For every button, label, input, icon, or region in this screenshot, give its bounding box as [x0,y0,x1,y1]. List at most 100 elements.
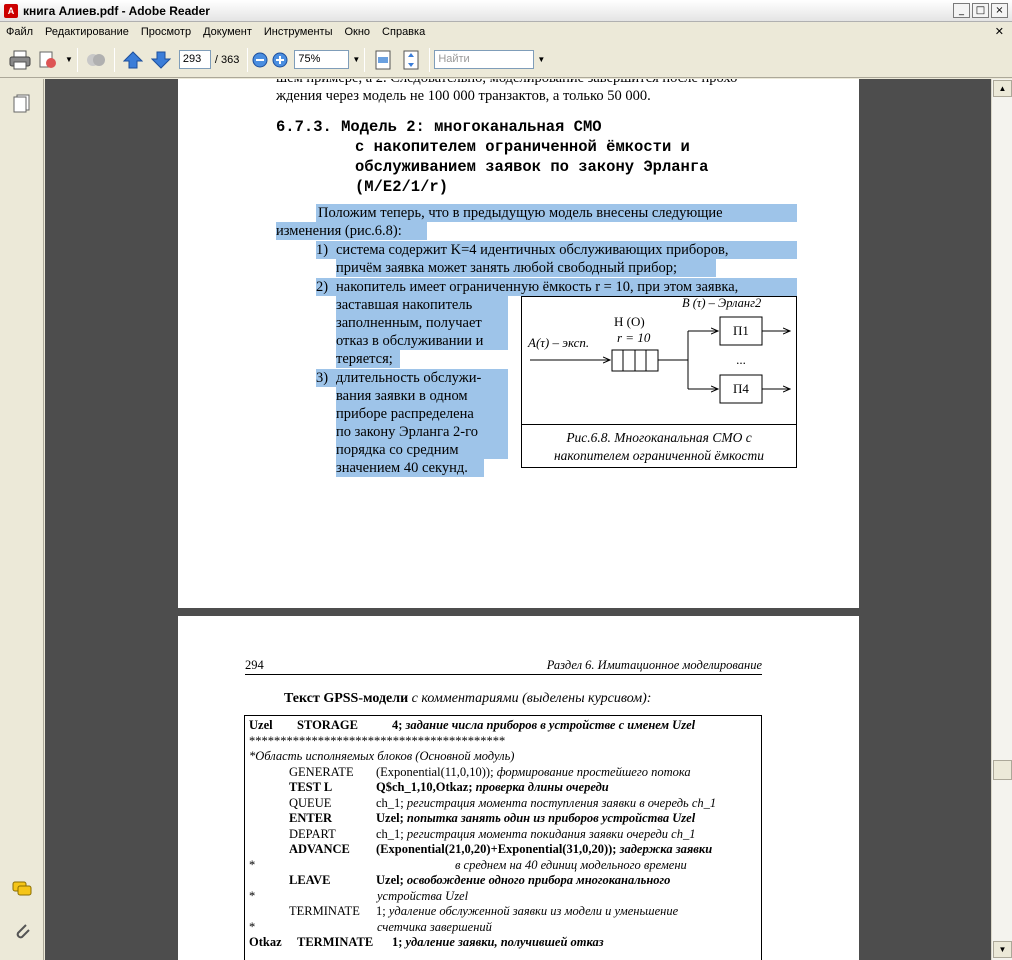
fit-width-button[interactable] [369,46,397,74]
next-page-button[interactable] [147,46,175,74]
toolbar-separator [113,47,115,72]
attachments-icon[interactable] [12,921,32,941]
share-button[interactable] [34,46,62,74]
toolbar-separator [364,47,366,72]
section-heading: обслуживанием заявок по закону Эрланга [355,158,709,176]
code-line: * устройства Uzel [245,889,761,905]
code-line: TEST L Q$ch_1,10,Otkaz; проверка длины оч… [245,780,761,796]
code-operand: (Exponential(11,0,10)); формирование про… [376,764,691,779]
search-input[interactable]: Найти [434,50,535,69]
scroll-up-arrow[interactable]: ▲ [993,80,1012,97]
section-heading: (M/E2/1/r) [355,178,449,196]
menu-file[interactable]: Файл [0,26,39,38]
code-label: *Область исполняемых блоков (Основной мо… [249,749,515,763]
text-line: заставшая накопитель [336,296,508,314]
code-intro-rest: с комментариями (выделены курсивом): [408,691,652,706]
zoom-in-button[interactable] [272,46,288,74]
code-operand: Uzel; освобождение одного прибора многок… [376,873,671,887]
code-label: * [249,919,256,934]
maximize-button[interactable]: □ [972,3,989,18]
menu-window[interactable]: Окно [338,26,376,38]
code-block: GENERATE [289,764,354,779]
collaborate-button[interactable] [82,46,110,74]
menu-document[interactable]: Документ [197,26,258,38]
code-label: * [249,857,256,872]
minimize-button[interactable]: _ [953,3,970,18]
code-line: LEAVE Uzel; освобождение одного прибора м… [245,873,761,889]
close-button[interactable]: × [991,3,1008,18]
code-block: TERMINATE [289,904,360,918]
code-line: ENTER Uzel; попытка занять один из прибор… [245,811,761,827]
text-line: приборе распределена [336,405,508,423]
code-line: QUEUE ch_1; регистрация момента поступлен… [245,796,761,812]
toolbar-separator [76,47,78,72]
code-operand: (Exponential(21,0,20)+Exponential(31,0,2… [376,842,713,856]
code-comment: регистрация момента поступления заявки в… [403,795,717,810]
code-block: LEAVE [289,873,331,887]
menu-help[interactable]: Справка [376,26,431,38]
menu-tools[interactable]: Инструменты [258,26,339,38]
code-line: DEPART ch_1; регистрация момента покидани… [245,827,761,843]
code-block: ENTER [289,811,333,825]
capacity-label: r = 10 [617,330,651,345]
code-comment: счетчика завершений [377,919,492,934]
text-line: отказ в обслуживании и [336,332,508,350]
code-comment: регистрация момента покидания заявки оче… [403,826,696,841]
scroll-down-arrow[interactable]: ▼ [993,941,1012,958]
arrow-down-icon [150,51,171,69]
code-comment: проверка длины очереди [472,780,609,794]
zoom-level-select[interactable]: 75% [294,50,350,69]
code-block: TERMINATE [297,935,374,949]
code-comment: задание числа приборов в устройстве с им… [402,718,696,732]
document-view[interactable]: шем примере, а 2. Следовательно, моделир… [45,79,991,960]
pages-icon[interactable] [12,93,32,113]
text-line: причём заявка может занять любой свободн… [336,259,716,277]
code-comment: устройства Uzel [377,888,469,903]
code-line: TERMINATE 1; удаление обслуженной заявки … [245,904,761,920]
text-line: теряется; [336,350,400,368]
zoom-value: 75% [298,53,321,65]
code-label: Otkaz [249,935,282,949]
code-comment: в среднем на 40 единиц модельного времен… [455,857,687,872]
menu-view[interactable]: Просмотр [135,26,197,38]
document-close-icon[interactable]: ✕ [995,25,1004,38]
previous-page-button[interactable] [119,46,147,74]
zoom-dropdown-icon[interactable]: ▼ [352,55,360,64]
share-dropdown-icon[interactable]: ▼ [65,55,73,64]
caption-divider [522,424,796,425]
code-comment: удаление заявки, получившей отказ [402,935,604,949]
code-intro: Текст GPSS-модели с комментариями (выдел… [284,691,651,707]
zoom-in-icon [272,52,288,67]
text-line: вания заявки в одном [336,387,508,405]
text-line: заполненным, получает [336,314,508,332]
adobe-reader-icon: A [4,3,18,18]
text-line: длительность обслужи- [336,369,508,387]
fit-page-icon [403,50,419,69]
code-block: TEST L [289,780,333,794]
code-operand: Uzel; попытка занять один из приборов ус… [376,811,696,825]
print-button[interactable] [6,46,34,74]
code-comment: попытка занять один из приборов устройст… [403,811,696,825]
search-dropdown-icon[interactable]: ▼ [537,55,545,64]
code-operand: Q$ch_1,10,Otkaz; проверка длины очереди [376,780,609,794]
menu-edit[interactable]: Редактирование [39,26,135,38]
fit-page-button[interactable] [397,46,425,74]
window-controls: _ □ × [953,3,1008,18]
scroll-thumb[interactable] [993,760,1012,780]
ellipsis-label: ... [736,352,746,367]
vertical-scrollbar[interactable]: ▲ ▼ [991,79,1012,960]
text-line: ждения через модель не 100 000 транзакто… [276,88,651,104]
caption-line: накопителем ограниченной ёмкости [553,448,765,463]
toolbar-separator [429,47,431,72]
navigation-pane [0,79,44,960]
code-operand: 4; задание числа приборов в устройстве с… [392,718,696,732]
arrival-law-label: A(τ) – эксп. [528,335,590,350]
list-number: 3) [316,369,336,387]
code-line: ADVANCE (Exponential(21,0,20)+Exponential… [245,842,761,858]
comments-icon[interactable] [12,879,32,899]
zoom-out-button[interactable] [252,46,268,74]
service-law-label: B (τ) – Эрланг2 [682,296,762,310]
page-number-input[interactable]: 293 [178,50,211,69]
zoom-out-icon [252,52,268,67]
code-operand: 1; удаление заявки, получившей отказ [392,935,604,949]
